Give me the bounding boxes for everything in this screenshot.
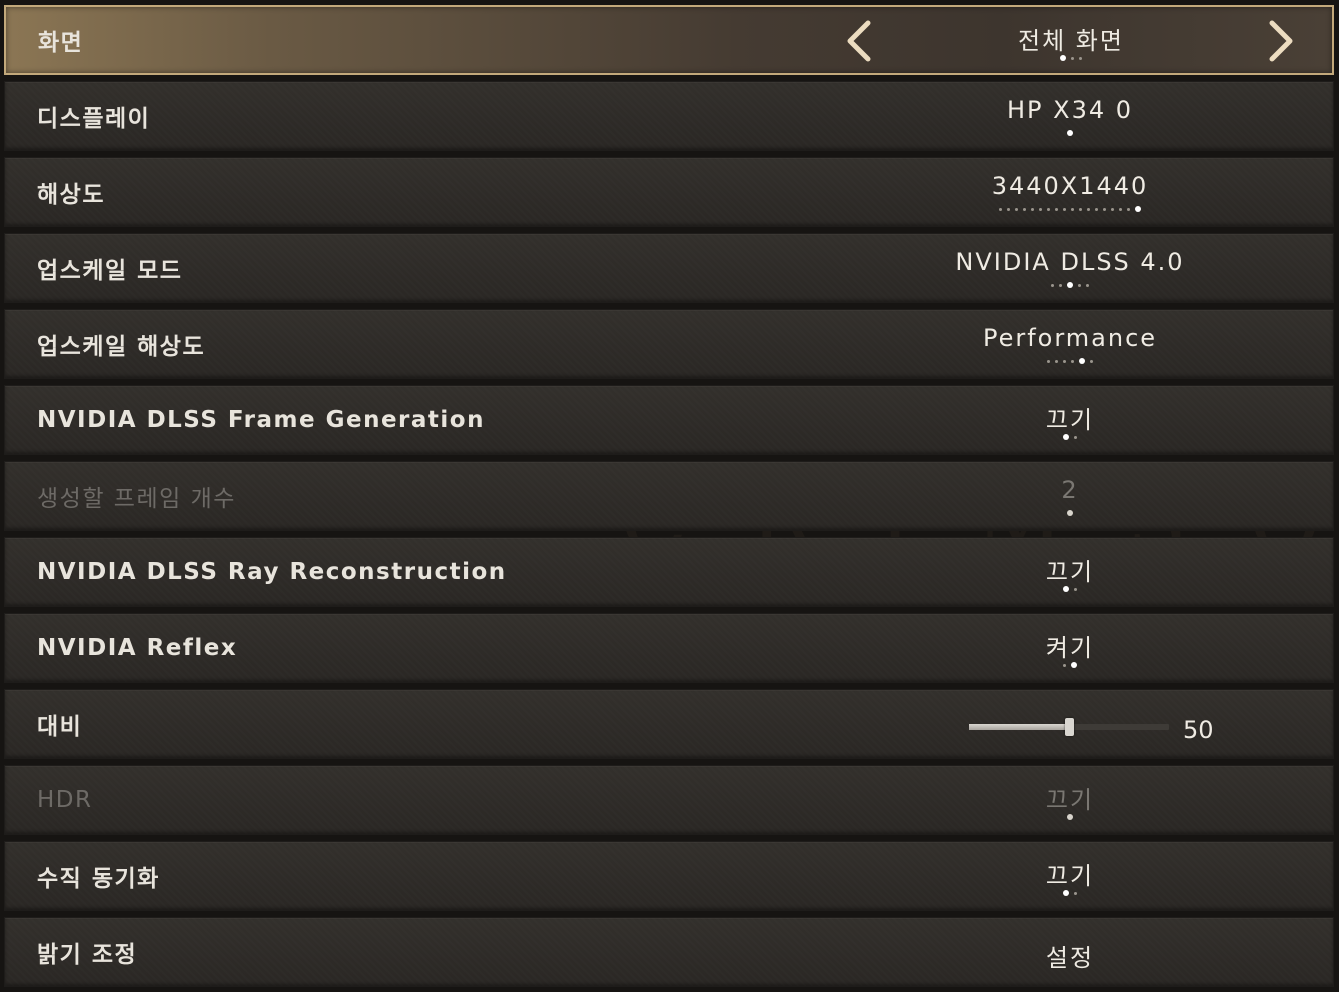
option-dot-active bbox=[1060, 55, 1066, 61]
option-dot bbox=[1047, 207, 1050, 211]
option-dot bbox=[1127, 207, 1130, 211]
option-dot bbox=[1063, 359, 1066, 363]
setting-label: 생성할 프레임 개수 bbox=[37, 486, 236, 512]
option-dot-active bbox=[1063, 890, 1069, 896]
setting-row-frame-generation[interactable]: NVIDIA DLSS Frame Generation 끄기 bbox=[4, 385, 1334, 455]
option-dot-active bbox=[1079, 358, 1085, 364]
option-indicator bbox=[865, 206, 1275, 212]
setting-label: 밝기 조정 bbox=[37, 942, 138, 968]
setting-row-display[interactable]: 디스플레이 HP X34 0 bbox=[4, 81, 1334, 151]
option-dot-active bbox=[1063, 586, 1069, 592]
setting-label: HDR bbox=[37, 787, 93, 813]
option-dot bbox=[1063, 663, 1066, 667]
setting-value[interactable]: 끄기 bbox=[865, 856, 1275, 891]
chevron-right-icon[interactable] bbox=[1258, 17, 1302, 65]
slider-thumb[interactable] bbox=[1065, 718, 1074, 736]
option-dot bbox=[1071, 207, 1074, 211]
option-dot bbox=[1079, 207, 1082, 211]
option-dot bbox=[1119, 207, 1122, 211]
setting-label: 업스케일 모드 bbox=[37, 258, 183, 284]
setting-value[interactable]: Performance bbox=[865, 324, 1275, 352]
option-dot-active bbox=[1063, 434, 1069, 440]
setting-value[interactable]: 3440X1440 bbox=[865, 172, 1275, 200]
setting-label: NVIDIA DLSS Ray Reconstruction bbox=[37, 559, 507, 585]
option-dot bbox=[1055, 359, 1058, 363]
setting-label: 화면 bbox=[38, 30, 84, 56]
option-dot bbox=[1071, 56, 1074, 60]
contrast-slider[interactable] bbox=[969, 718, 1169, 736]
option-dot bbox=[1059, 283, 1062, 287]
setting-row-upscale-resolution[interactable]: 업스케일 해상도 Performance bbox=[4, 309, 1334, 379]
option-dot bbox=[1007, 207, 1010, 211]
slider-fill bbox=[969, 724, 1069, 730]
option-dot bbox=[1103, 207, 1106, 211]
option-dot bbox=[1090, 359, 1093, 363]
option-dot bbox=[1055, 207, 1058, 211]
setting-row-screen-mode[interactable]: 화면 전체 화면 bbox=[4, 5, 1334, 75]
option-indicator bbox=[865, 282, 1275, 288]
option-indicator bbox=[865, 586, 1275, 592]
setting-row-contrast[interactable]: 대비 50 bbox=[4, 689, 1334, 759]
option-dot bbox=[1086, 283, 1089, 287]
setting-value[interactable]: 끄기 bbox=[865, 552, 1275, 587]
option-dot bbox=[1095, 207, 1098, 211]
setting-label: 업스케일 해상도 bbox=[37, 334, 206, 360]
option-dot bbox=[1074, 435, 1077, 439]
setting-row-reflex[interactable]: NVIDIA Reflex 켜기 bbox=[4, 613, 1334, 683]
option-indicator bbox=[865, 434, 1275, 440]
setting-label: 수직 동기화 bbox=[37, 866, 160, 892]
option-dot-active bbox=[1135, 206, 1141, 212]
setting-row-vsync[interactable]: 수직 동기화 끄기 bbox=[4, 841, 1334, 911]
option-dot bbox=[1051, 283, 1054, 287]
setting-row-brightness[interactable]: 밝기 조정 설정 bbox=[4, 917, 1334, 987]
setting-label: 대비 bbox=[37, 714, 83, 740]
option-indicator bbox=[865, 510, 1275, 516]
setting-value[interactable]: NVIDIA DLSS 4.0 bbox=[865, 248, 1275, 276]
option-dot-active bbox=[1067, 510, 1073, 516]
option-dot bbox=[1039, 207, 1042, 211]
option-dot bbox=[1047, 359, 1050, 363]
setting-row-frames-to-generate: 생성할 프레임 개수 2 bbox=[4, 461, 1334, 531]
settings-screen: CRIMSO 화면전체 화면디스플레이HP X34 0해상도3440X1440업… bbox=[0, 0, 1339, 992]
option-indicator bbox=[866, 55, 1276, 61]
setting-row-ray-reconstruction[interactable]: NVIDIA DLSS Ray Reconstruction 끄기 bbox=[4, 537, 1334, 607]
option-dot-active bbox=[1067, 814, 1073, 820]
setting-value[interactable]: 켜기 bbox=[865, 628, 1275, 663]
setting-value[interactable]: 설정 bbox=[865, 938, 1275, 973]
slider-value: 50 bbox=[1183, 716, 1214, 744]
setting-label: 디스플레이 bbox=[37, 106, 151, 132]
setting-value[interactable]: 끄기 bbox=[865, 400, 1275, 435]
option-indicator bbox=[865, 130, 1275, 136]
chevron-left-icon[interactable] bbox=[838, 17, 882, 65]
setting-value: 끄기 bbox=[1045, 786, 1095, 814]
option-dot bbox=[1111, 207, 1114, 211]
option-dot bbox=[1078, 283, 1081, 287]
setting-value: 2 bbox=[1061, 476, 1079, 504]
setting-value[interactable]: 전체 화면 bbox=[866, 21, 1276, 56]
option-dot bbox=[1023, 207, 1026, 211]
option-dot bbox=[1074, 587, 1077, 591]
option-dot bbox=[1087, 207, 1090, 211]
setting-row-resolution[interactable]: 해상도 3440X1440 bbox=[4, 157, 1334, 227]
option-dot bbox=[999, 207, 1002, 211]
option-dot bbox=[1031, 207, 1034, 211]
setting-label: 해상도 bbox=[37, 182, 105, 208]
option-indicator bbox=[865, 890, 1275, 896]
setting-row-hdr: HDR 끄기 bbox=[4, 765, 1334, 835]
option-dot-active bbox=[1067, 282, 1073, 288]
option-dot bbox=[1015, 207, 1018, 211]
option-dot bbox=[1079, 56, 1082, 60]
option-dot bbox=[1063, 207, 1066, 211]
option-dot bbox=[1074, 891, 1077, 895]
option-indicator bbox=[865, 662, 1275, 668]
setting-value[interactable]: HP X34 0 bbox=[865, 96, 1275, 124]
option-dot bbox=[1071, 359, 1074, 363]
option-dot-active bbox=[1071, 662, 1077, 668]
setting-label: NVIDIA Reflex bbox=[37, 635, 238, 661]
setting-label: NVIDIA DLSS Frame Generation bbox=[37, 407, 485, 433]
option-indicator bbox=[865, 814, 1275, 820]
option-dot-active bbox=[1067, 130, 1073, 136]
setting-row-upscale-mode[interactable]: 업스케일 모드 NVIDIA DLSS 4.0 bbox=[4, 233, 1334, 303]
option-indicator bbox=[865, 358, 1275, 364]
